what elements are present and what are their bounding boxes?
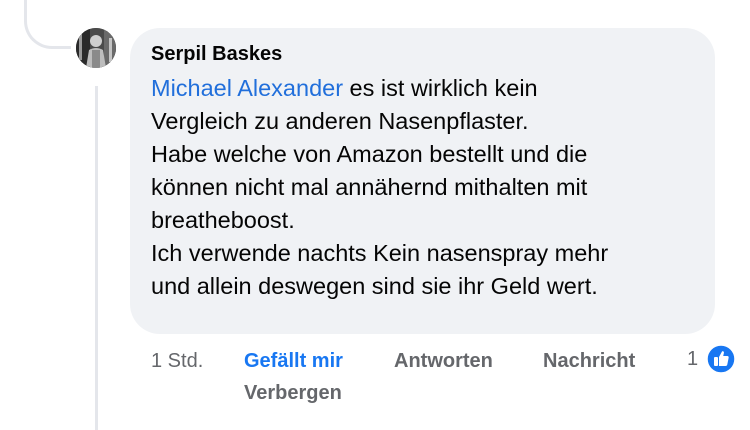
comment-timestamp[interactable]: 1 Std. (151, 348, 203, 374)
comment-author[interactable]: Serpil Baskes (151, 42, 695, 66)
comment-line-2: Vergleich zu anderen Nasenpflaster. (151, 108, 529, 134)
like-thumbs-up-icon[interactable] (706, 344, 736, 374)
avatar-photo (76, 28, 116, 68)
thread-connector-line (95, 86, 98, 430)
thread-connector-curve (24, 0, 71, 49)
mention-link[interactable]: Michael Alexander (151, 75, 343, 101)
comment-line-6: Ich verwende nachts Kein nasenspray mehr (151, 240, 609, 266)
reply-button[interactable]: Antworten (394, 348, 493, 374)
comment-line-5: breatheboost. (151, 207, 295, 233)
comment-text: Michael Alexander es ist wirklich kein V… (151, 72, 695, 303)
comment-line-1: Michael Alexander es ist wirklich kein (151, 72, 695, 105)
hide-button[interactable]: Verbergen (244, 380, 342, 406)
reaction-count[interactable]: 1 (687, 346, 698, 372)
comment-line-7: und allein deswegen sind sie ihr Geld we… (151, 273, 598, 299)
like-button[interactable]: Gefällt mir (244, 348, 343, 374)
comment-line-3: Habe welche von Amazon bestellt und die (151, 141, 588, 167)
comment-line-1-text: es ist wirklich kein (343, 75, 538, 101)
message-button[interactable]: Nachricht (543, 348, 635, 374)
avatar[interactable] (76, 28, 116, 68)
comment-line-4: können nicht mal annähernd mithalten mit (151, 174, 588, 200)
comment-bubble: Serpil Baskes Michael Alexander es ist w… (130, 28, 715, 334)
